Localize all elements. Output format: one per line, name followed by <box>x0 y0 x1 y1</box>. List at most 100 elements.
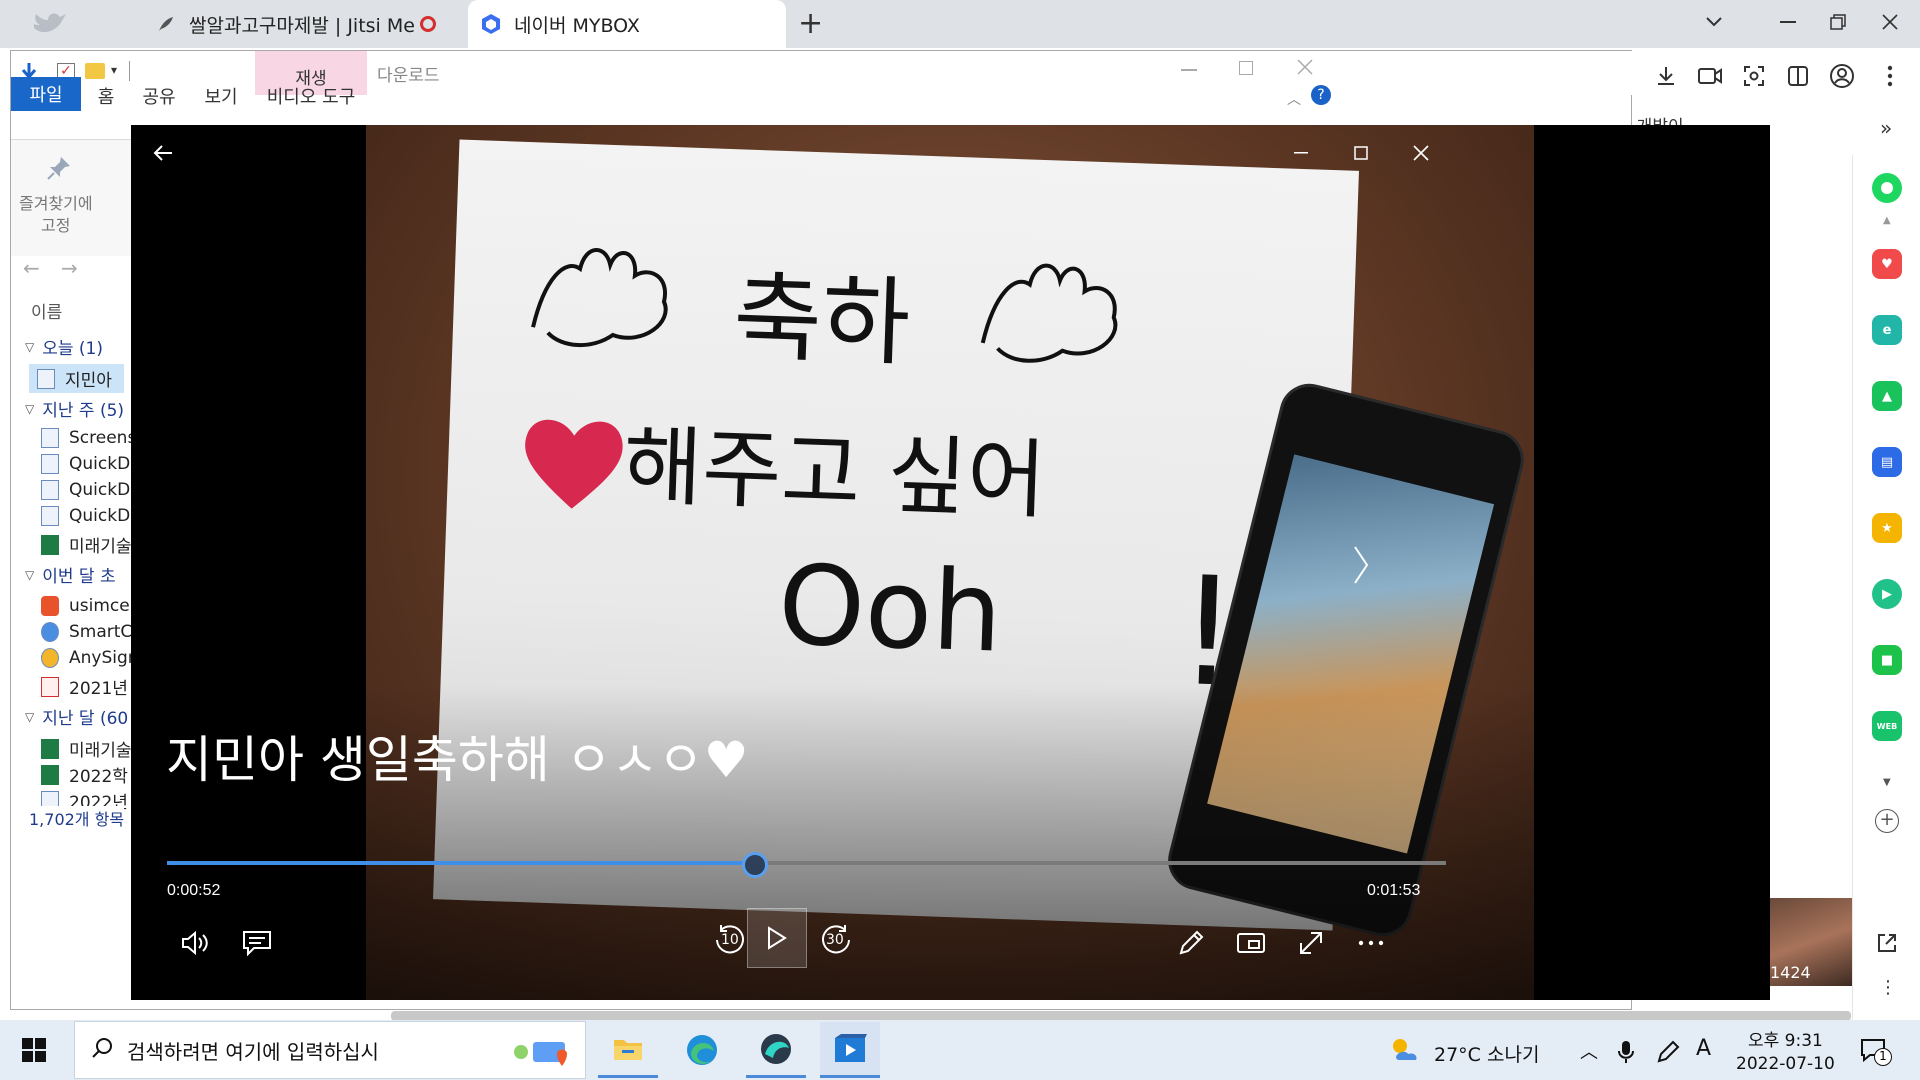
red-app-icon[interactable]: ♥ <box>1872 249 1902 279</box>
restore-icon[interactable] <box>1808 0 1868 44</box>
browser-tab-bar: 쌀알과고구마제발 | Jitsi Mee 네이버 MYBOX + <box>0 0 1920 48</box>
split-view-icon[interactable] <box>1782 60 1814 92</box>
subtitles-icon[interactable] <box>237 923 277 963</box>
back-arrow-icon[interactable] <box>143 133 183 173</box>
clock-date[interactable]: 2022-07-10 <box>1736 1054 1835 1074</box>
help-icon[interactable]: ? <box>1311 85 1331 105</box>
column-header-name[interactable]: 이름 <box>31 298 62 323</box>
edit-pencil-icon[interactable] <box>1171 923 1211 963</box>
external-link-icon[interactable] <box>1875 931 1899 959</box>
video-camera-icon[interactable] <box>1694 60 1726 92</box>
edge-app-icon[interactable]: e <box>1872 315 1902 345</box>
list-item[interactable]: 지민아 <box>29 364 124 393</box>
player-minimize-icon[interactable] <box>1281 133 1321 173</box>
weather-icon[interactable] <box>1388 1036 1422 1070</box>
list-item[interactable]: QuickDI <box>41 506 135 526</box>
group-this-month-label: 이번 달 초 <box>42 567 116 587</box>
file-name: 지민아 <box>65 371 112 391</box>
contact-thumbnail[interactable]: 1424 <box>1770 898 1852 986</box>
tab-search-icon[interactable] <box>1684 0 1744 44</box>
screenshot-icon[interactable] <box>1738 60 1770 92</box>
back-icon[interactable]: ← <box>23 256 40 280</box>
weather-text[interactable]: 27°C 소나기 <box>1434 1040 1539 1067</box>
briefcase-icon[interactable]: ▤ <box>1872 447 1902 477</box>
more-bookmarks-icon[interactable]: » <box>1880 116 1892 140</box>
close-icon[interactable] <box>1860 0 1920 44</box>
volume-icon[interactable] <box>175 923 215 963</box>
explorer-minimize-icon[interactable] <box>1181 69 1197 71</box>
scroll-down-icon[interactable]: ▼ <box>1883 777 1891 788</box>
scroll-up-icon[interactable]: ▲ <box>1883 215 1891 226</box>
tab-share[interactable]: 공유 <box>137 79 181 113</box>
group-today[interactable]: ▽ 오늘 (1) <box>25 334 103 359</box>
group-last-week[interactable]: ▽ 지난 주 (5) <box>25 396 124 421</box>
customize-dropdown-icon[interactable]: ▾ <box>111 63 117 77</box>
explorer-maximize-icon[interactable] <box>1239 61 1253 75</box>
list-item[interactable]: 미래기술 <box>41 532 132 557</box>
tab-jitsi[interactable]: 쌀알과고구마제발 | Jitsi Mee <box>155 0 455 48</box>
file-explorer-taskbar-icon[interactable] <box>598 1022 658 1078</box>
webtoon-icon[interactable]: WEB <box>1872 711 1902 741</box>
new-tab-button[interactable]: + <box>798 6 823 41</box>
list-item[interactable]: AnySign <box>41 648 139 668</box>
shield-file-icon <box>41 596 59 616</box>
list-item[interactable]: Screens <box>41 428 136 448</box>
file-name: usimcer <box>69 596 137 616</box>
windows-start-icon[interactable] <box>22 1038 46 1066</box>
forward-30-label: 30 <box>826 932 844 948</box>
setup-file-icon <box>41 622 59 642</box>
player-maximize-icon[interactable] <box>1341 133 1381 173</box>
list-item[interactable]: SmartCe <box>41 622 143 642</box>
list-item[interactable]: usimcer <box>41 596 137 616</box>
mini-view-icon[interactable] <box>1231 923 1271 963</box>
tab-view[interactable]: 보기 <box>199 79 243 113</box>
more-options-icon[interactable] <box>1351 923 1391 963</box>
edge-taskbar-icon[interactable] <box>672 1022 732 1078</box>
list-item[interactable]: 미래기술 <box>41 736 132 761</box>
tab-file[interactable]: 파일 <box>11 77 81 111</box>
list-item[interactable]: QuickDI <box>41 480 135 500</box>
next-chevron-icon[interactable] <box>1341 535 1381 595</box>
image-file-icon <box>41 506 59 526</box>
tab-share-label: 공유 <box>142 87 176 108</box>
notification-icon[interactable]: 1 <box>1860 1038 1892 1066</box>
forward-30-button[interactable]: 30 <box>807 910 867 970</box>
list-item[interactable]: 2021년 <box>41 674 128 699</box>
pen-icon[interactable] <box>1656 1040 1680 1068</box>
list-item[interactable]: QuickDI <box>41 454 135 474</box>
green-circle-icon[interactable] <box>1872 173 1902 203</box>
play-app-icon[interactable]: ▶ <box>1872 579 1902 609</box>
tab-video-tools[interactable]: 비디오 도구 <box>255 79 367 113</box>
player-close-icon[interactable] <box>1401 133 1441 173</box>
group-last-month[interactable]: ▽ 지난 달 (60 <box>25 704 128 729</box>
green-square-icon[interactable]: ■ <box>1872 645 1902 675</box>
microphone-icon[interactable] <box>1618 1040 1634 1068</box>
menu-dots-icon[interactable] <box>1874 60 1906 92</box>
pin-icon[interactable] <box>45 154 73 186</box>
explorer-close-icon[interactable] <box>1297 59 1313 79</box>
download-icon[interactable] <box>1650 60 1682 92</box>
star-icon[interactable]: ★ <box>1872 513 1902 543</box>
ime-indicator[interactable]: A <box>1696 1036 1711 1061</box>
file-name: QuickDI <box>69 506 136 526</box>
whale-browser-taskbar-icon[interactable] <box>746 1022 806 1078</box>
tray-expand-icon[interactable]: ︿ <box>1580 1038 1598 1064</box>
media-player-taskbar-icon[interactable] <box>820 1022 880 1078</box>
ribbon-collapse-icon[interactable]: ︿ <box>1287 89 1301 109</box>
taskbar-search[interactable]: 검색하려면 여기에 입력하십시 <box>74 1021 586 1079</box>
profile-icon[interactable] <box>1826 60 1858 92</box>
play-button[interactable] <box>747 908 807 968</box>
tab-mybox[interactable]: 네이버 MYBOX <box>468 0 786 48</box>
list-item[interactable]: 2022학 <box>41 762 128 787</box>
tab-home[interactable]: 홈 <box>83 79 129 113</box>
sidebar-more-icon[interactable]: ⋮ <box>1879 977 1897 998</box>
clock-time[interactable]: 오후 9:31 <box>1748 1026 1823 1051</box>
group-this-month[interactable]: ▽ 이번 달 초 <box>25 562 116 587</box>
group-last-month-label: 지난 달 (60 <box>42 709 129 729</box>
forward-icon[interactable]: → <box>61 256 78 280</box>
add-icon[interactable]: + <box>1875 809 1899 833</box>
folder-icon[interactable] <box>85 63 105 79</box>
green-bell-icon[interactable]: ▲ <box>1872 381 1902 411</box>
seek-bar[interactable] <box>167 861 1446 865</box>
fullscreen-icon[interactable] <box>1291 923 1331 963</box>
